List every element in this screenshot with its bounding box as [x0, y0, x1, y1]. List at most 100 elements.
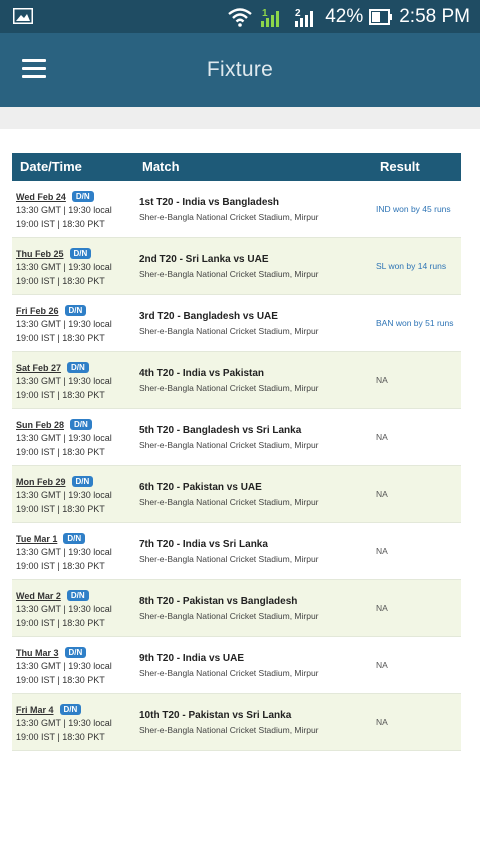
- day-night-badge: D/N: [63, 533, 86, 544]
- gallery-icon: [13, 8, 33, 24]
- match-venue: Sher-e-Bangla National Cricket Stadium, …: [139, 611, 319, 621]
- match-venue: Sher-e-Bangla National Cricket Stadium, …: [139, 326, 319, 336]
- match-title: 6th T20 - Pakistan vs UAE: [139, 482, 262, 493]
- day-night-badge: D/N: [59, 704, 82, 715]
- match-time-gmt: 13:30 GMT | 19:30 local: [16, 661, 112, 671]
- day-night-badge: D/N: [66, 590, 89, 601]
- match-venue: Sher-e-Bangla National Cricket Stadium, …: [139, 554, 319, 564]
- day-night-badge: D/N: [69, 248, 92, 259]
- battery-icon: [369, 8, 393, 25]
- match-result: NA: [376, 432, 388, 442]
- match-time-ist: 19:00 IST | 18:30 PKT: [16, 390, 105, 400]
- match-result: NA: [376, 375, 388, 385]
- table-row[interactable]: Wed Mar 2 D/N 13:30 GMT | 19:30 local 19:00…: [12, 580, 461, 637]
- match-result[interactable]: SL won by 14 runs: [376, 261, 446, 271]
- match-date[interactable]: Tue Mar 1 D/N: [16, 533, 86, 544]
- match-venue: Sher-e-Bangla National Cricket Stadium, …: [139, 668, 319, 678]
- table-row[interactable]: Fri Feb 26 D/N 13:30 GMT | 19:30 local 19:0…: [12, 295, 461, 352]
- match-time-gmt: 13:30 GMT | 19:30 local: [16, 205, 112, 215]
- match-time-gmt: 13:30 GMT | 19:30 local: [16, 490, 112, 500]
- header-result: Result: [380, 159, 420, 174]
- day-night-badge: D/N: [64, 647, 87, 658]
- table-row[interactable]: Sun Feb 28 D/N 13:30 GMT | 19:30 local 19:0…: [12, 409, 461, 466]
- match-venue: Sher-e-Bangla National Cricket Stadium, …: [139, 269, 319, 279]
- match-date[interactable]: Fri Feb 26 D/N: [16, 305, 87, 316]
- table-row[interactable]: Fri Mar 4 D/N 13:30 GMT | 19:30 local 19:00…: [12, 694, 461, 751]
- match-result: NA: [376, 603, 388, 613]
- match-time-gmt: 13:30 GMT | 19:30 local: [16, 547, 112, 557]
- match-time-gmt: 13:30 GMT | 19:30 local: [16, 718, 112, 728]
- table-row[interactable]: Tue Mar 1 D/N 13:30 GMT | 19:30 local 19:00…: [12, 523, 461, 580]
- match-date[interactable]: Fri Mar 4 D/N: [16, 704, 82, 715]
- battery-percent: 42%: [325, 5, 364, 27]
- header-divider: [0, 107, 480, 129]
- match-result[interactable]: IND won by 45 runs: [376, 204, 451, 214]
- match-time-ist: 19:00 IST | 18:30 PKT: [16, 561, 105, 571]
- status-bar: 1 2 42% 2:58 PM: [0, 0, 480, 33]
- match-time-ist: 19:00 IST | 18:30 PKT: [16, 618, 105, 628]
- page-title: Fixture: [206, 58, 274, 81]
- sim1-signal-icon: 1: [261, 8, 280, 27]
- match-title: 7th T20 - India vs Sri Lanka: [139, 539, 268, 550]
- day-night-badge: D/N: [67, 362, 89, 373]
- match-time-gmt: 13:30 GMT | 19:30 local: [16, 262, 112, 272]
- status-time: 2:58 PM: [399, 5, 470, 27]
- header-date: Date/Time: [20, 159, 82, 174]
- match-date[interactable]: Thu Mar 3 D/N: [16, 647, 87, 658]
- table-row[interactable]: Sat Feb 27 D/N 13:30 GMT | 19:30 local 19:0…: [12, 352, 461, 409]
- day-night-badge: D/N: [71, 476, 94, 487]
- match-time-ist: 19:00 IST | 18:30 PKT: [16, 732, 105, 742]
- match-date[interactable]: Wed Feb 24 D/N: [16, 191, 94, 202]
- match-title: 5th T20 - Bangladesh vs Sri Lanka: [139, 425, 302, 436]
- match-title: 9th T20 - India vs UAE: [139, 653, 245, 664]
- match-venue: Sher-e-Bangla National Cricket Stadium, …: [139, 383, 319, 393]
- match-date[interactable]: Sat Feb 27 D/N: [16, 362, 89, 373]
- match-time-ist: 19:00 IST | 18:30 PKT: [16, 504, 105, 514]
- sim1-number: 1: [262, 8, 268, 19]
- match-venue: Sher-e-Bangla National Cricket Stadium, …: [139, 725, 319, 735]
- table-row[interactable]: Thu Feb 25 D/N 13:30 GMT | 19:30 local 19:0…: [12, 238, 461, 295]
- match-time-gmt: 13:30 GMT | 19:30 local: [16, 433, 112, 443]
- match-time-gmt: 13:30 GMT | 19:30 local: [16, 319, 112, 329]
- match-title: 8th T20 - Pakistan vs Bangladesh: [139, 596, 298, 607]
- match-time-gmt: 13:30 GMT | 19:30 local: [16, 376, 112, 386]
- match-time-ist: 19:00 IST | 18:30 PKT: [16, 675, 105, 685]
- match-result: NA: [376, 489, 388, 499]
- table-header: Date/Time Match Result: [12, 153, 461, 181]
- sim2-number: 2: [295, 8, 301, 19]
- match-venue: Sher-e-Bangla National Cricket Stadium, …: [139, 440, 319, 450]
- match-time-gmt: 13:30 GMT | 19:30 local: [16, 604, 112, 614]
- match-title: 10th T20 - Pakistan vs Sri Lanka: [139, 710, 292, 721]
- match-time-ist: 19:00 IST | 18:30 PKT: [16, 333, 105, 343]
- match-venue: Sher-e-Bangla National Cricket Stadium, …: [139, 497, 319, 507]
- match-date[interactable]: Wed Mar 2 D/N: [16, 590, 89, 601]
- match-date[interactable]: Sun Feb 28 D/N: [16, 419, 92, 430]
- match-title: 1st T20 - India vs Bangladesh: [139, 197, 280, 208]
- table-body: Wed Feb 24 D/N 13:30 GMT | 19:30 local 19:0…: [12, 181, 461, 751]
- match-result: NA: [376, 717, 388, 727]
- match-result: NA: [376, 660, 388, 670]
- menu-icon[interactable]: [22, 59, 50, 81]
- match-result[interactable]: BAN won by 51 runs: [376, 318, 453, 328]
- table-row[interactable]: Thu Mar 3 D/N 13:30 GMT | 19:30 local 19:00…: [12, 637, 461, 694]
- match-title: 4th T20 - India vs Pakistan: [139, 368, 265, 379]
- match-date[interactable]: Thu Feb 25 D/N: [16, 248, 92, 259]
- match-time-ist: 19:00 IST | 18:30 PKT: [16, 219, 105, 229]
- table-row[interactable]: Wed Feb 24 D/N 13:30 GMT | 19:30 local 19:0…: [12, 181, 461, 238]
- table-row[interactable]: Mon Feb 29 D/N 13:30 GMT | 19:30 local 19:0…: [12, 466, 461, 523]
- match-result: NA: [376, 546, 388, 556]
- match-title: 3rd T20 - Bangladesh vs UAE: [139, 311, 278, 322]
- sim2-signal-icon: 2: [295, 8, 314, 27]
- match-date[interactable]: Mon Feb 29 D/N: [16, 476, 94, 487]
- day-night-badge: D/N: [64, 305, 87, 316]
- match-time-ist: 19:00 IST | 18:30 PKT: [16, 447, 105, 457]
- day-night-badge: D/N: [70, 419, 92, 430]
- header-match: Match: [142, 159, 180, 174]
- day-night-badge: D/N: [71, 191, 94, 202]
- match-title: 2nd T20 - Sri Lanka vs UAE: [139, 254, 269, 265]
- fixture-table: Date/Time Match Result Wed Feb 24 D/N 13:3…: [12, 153, 461, 751]
- match-venue: Sher-e-Bangla National Cricket Stadium, …: [139, 212, 319, 222]
- app-bar: Fixture: [0, 33, 480, 107]
- match-time-ist: 19:00 IST | 18:30 PKT: [16, 276, 105, 286]
- wifi-icon: [228, 7, 252, 27]
